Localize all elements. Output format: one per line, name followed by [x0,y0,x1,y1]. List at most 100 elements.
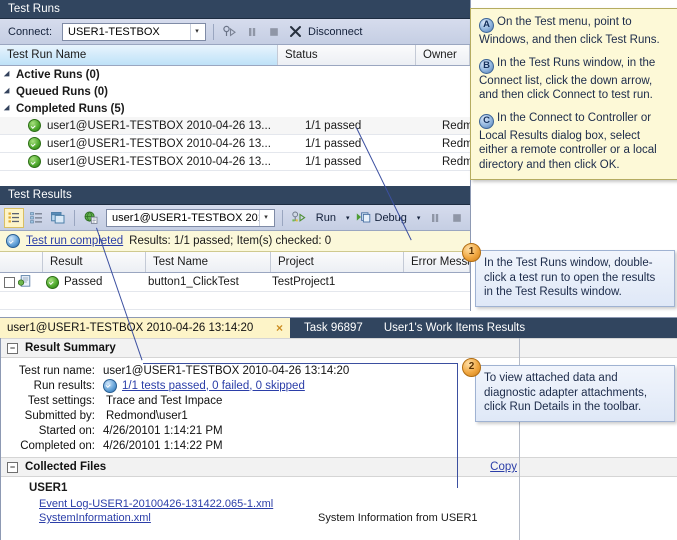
leader-line-tip2-b [143,363,457,364]
test-run-select-value: user1@USER1-TESTBOX 2010-04- [112,211,259,224]
expander-triangle-icon[interactable] [3,70,13,79]
field-value: 4/26/20101 1:14:21 PM [103,424,223,437]
chevron-down-icon[interactable]: ▾ [190,23,203,40]
column-header-error-message[interactable]: Error Message [404,252,470,272]
stop-icon[interactable] [265,23,283,41]
tab-label: user1@USER1-TESTBOX 2010-04-26 13:14:20 [7,322,254,334]
passed-icon [46,275,59,289]
debug-button-label[interactable]: Debug [375,212,411,224]
run-play-icon[interactable] [290,209,308,227]
disconnect-label[interactable]: Disconnect [307,26,366,38]
collapse-icon[interactable]: − [7,461,18,473]
run-results-link[interactable]: 1/1 tests passed, 0 failed, 0 skipped [122,380,305,392]
file-link[interactable]: Event Log-USER1-20100426-131422.065-1.xm… [39,498,273,510]
column-header-status[interactable]: Status [278,45,416,65]
tab-task[interactable]: Task 96897 [290,318,377,338]
test-runs-title: Test Runs [0,0,470,19]
list-item[interactable]: SystemInformation.xml System Information… [29,512,677,524]
test-run-select[interactable]: user1@USER1-TESTBOX 2010-04- ▾ [106,208,276,227]
column-header-test-name[interactable]: Test Name [146,252,271,272]
field-value: Trace and Test Impace [106,394,223,407]
test-results-title: Test Results [0,186,470,205]
copy-link[interactable]: Copy [490,461,517,473]
leader-line-tip2-c [457,363,458,488]
chevron-down-icon[interactable]: ▾ [415,214,423,222]
field-label: Started on: [38,424,95,437]
field-label: Test run name: [18,364,95,377]
step-badge-a: A [479,18,494,33]
column-header-project[interactable]: Project [271,252,404,272]
field-completed-on: Completed on: 4/26/20101 1:14:22 PM [1,438,677,453]
test-run-completed-link[interactable]: Test run completed [26,235,123,247]
file-description: System Information from USER1 [318,512,478,524]
tab-work-items-results[interactable]: User1's Work Items Results [377,318,532,338]
table-row[interactable]: Passed button1_ClickTest TestProject1 [0,273,470,292]
connect-combobox-value: USER1-TESTBOX [68,25,160,38]
group-row-active[interactable]: Active Runs (0) [0,66,470,83]
list-item[interactable]: Event Log-USER1-20100426-131422.065-1.xm… [29,498,677,510]
table-row[interactable]: user1@USER1-TESTBOX 2010-04-26 13... 1/1… [0,117,470,135]
tab-label: Task 96897 [304,322,363,334]
tip-badge-2: 2 [462,358,481,377]
run-button-label[interactable]: Run [312,212,340,224]
close-x-icon[interactable] [287,23,303,41]
group-row-queued[interactable]: Queued Runs (0) [0,83,470,100]
test-run-status-strip: Test run completed Results: 1/1 passed; … [0,231,470,252]
column-header-owner[interactable]: Owner [416,45,470,65]
chevron-down-icon[interactable]: ▾ [344,214,352,222]
tab-label: User1's Work Items Results [383,322,526,334]
tip-text-2: To view attached data and diagnostic ada… [484,372,648,413]
column-header-result[interactable]: Result [43,252,146,272]
pause-icon[interactable] [426,209,444,227]
toolbar-separator [213,23,215,40]
column-header-test-run-name[interactable]: Test Run Name [0,45,278,65]
group-row-completed[interactable]: Completed Runs (5) [0,100,470,117]
chevron-down-icon[interactable]: ▾ [259,209,272,226]
group-label: Active Runs (0) [16,68,100,81]
step-badge-b: B [479,58,494,74]
run-test-icon[interactable] [221,23,239,41]
new-window-icon[interactable] [50,209,68,227]
section-result-summary[interactable]: − Result Summary [1,338,677,358]
field-value: 4/26/20101 1:14:22 PM [103,439,223,452]
field-label: Test settings: [27,394,95,407]
connect-label: Connect: [8,25,53,38]
section-collected-files[interactable]: − Collected Files Copy [1,457,677,477]
column-chooser-icon[interactable] [28,209,46,227]
test-detail-icon[interactable] [17,274,31,290]
run-details-globe-icon[interactable] [82,209,100,227]
callout-steps: A On the Test menu, point to Windows, and… [470,8,677,180]
row-checkbox[interactable] [4,276,15,288]
run-owner: Redmond\ [442,155,470,168]
file-link[interactable]: SystemInformation.xml [39,512,151,524]
connect-combobox[interactable]: USER1-TESTBOX ▾ [62,22,207,41]
expander-triangle-icon[interactable] [3,104,13,113]
close-icon[interactable]: × [276,321,283,335]
stop-icon[interactable] [448,209,466,227]
table-row[interactable]: user1@USER1-TESTBOX 2010-04-26 13... 1/1… [0,153,470,171]
document-tab-bar: user1@USER1-TESTBOX 2010-04-26 13:14:20 … [0,318,677,338]
pause-icon[interactable] [243,23,261,41]
expander-triangle-icon[interactable] [3,87,13,96]
section-title: Collected Files [25,461,107,473]
tab-test-run-result[interactable]: user1@USER1-TESTBOX 2010-04-26 13:14:20 … [0,318,290,338]
test-runs-grid-header: Test Run Name Status Owner [0,45,470,66]
machine-name: USER1 [29,482,68,494]
collapse-icon[interactable]: − [7,342,18,354]
document-pane: user1@USER1-TESTBOX 2010-04-26 13:14:20 … [0,311,677,540]
passed-icon [28,137,41,150]
table-row[interactable]: user1@USER1-TESTBOX 2010-04-26 13... 1/1… [0,135,470,153]
tip-badge-1: 1 [462,243,481,262]
tip-callout-2: To view attached data and diagnostic ada… [475,365,675,422]
list-view-icon[interactable] [4,207,24,228]
toolbar-separator [74,209,76,226]
run-name: user1@USER1-TESTBOX 2010-04-26 13... [47,119,271,132]
test-name: button1_ClickTest [148,276,239,288]
test-runs-toolbar: Connect: USER1-TESTBOX ▾ Disconnect [0,19,470,45]
debug-play-icon[interactable] [356,209,371,227]
step-text-b: In the Test Runs window, in the Connect … [479,56,656,102]
step-text-c: In the Connect to Controller or Local Re… [479,111,657,171]
field-started-on: Started on: 4/26/20101 1:14:21 PM [1,423,677,438]
test-runs-grid-body: Active Runs (0) Queued Runs (0) Complete… [0,66,470,189]
completed-check-icon [6,234,20,248]
